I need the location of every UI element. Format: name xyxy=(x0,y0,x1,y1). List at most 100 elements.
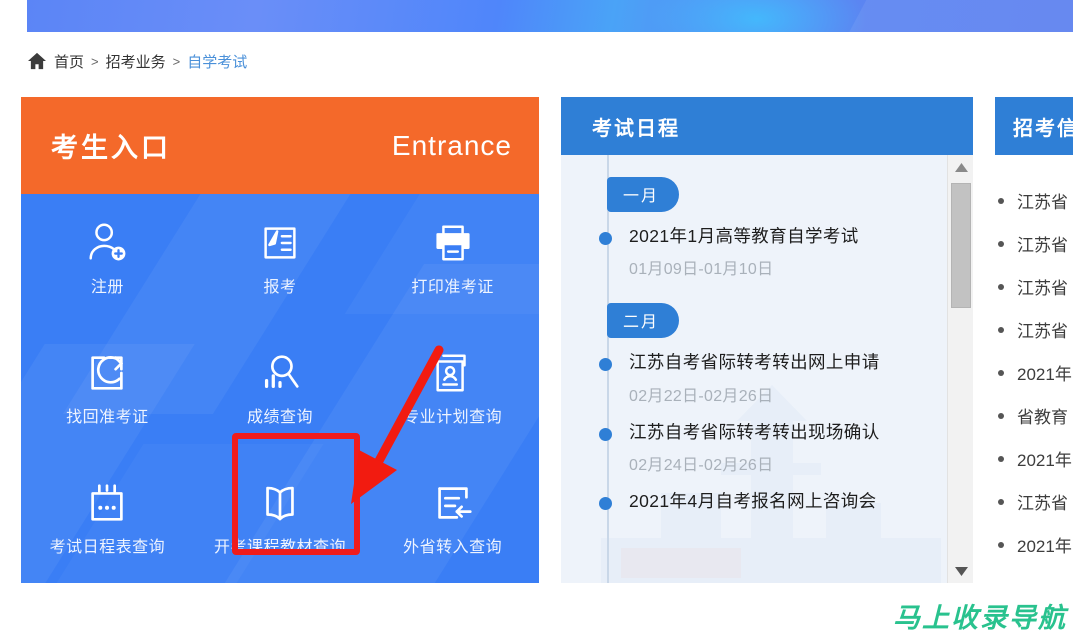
timeline-event-date: 02月24日-02月26日 xyxy=(629,457,774,475)
schedule-panel: 考试日程 一月 2021年1月高等教育自学考试 01月09日-01月10日 二月… xyxy=(561,97,973,583)
entrance-item-register[interactable]: 注册 xyxy=(21,194,194,324)
breadcrumb-item-business[interactable]: 招考业务 xyxy=(106,51,166,72)
entrance-grid: 注册 报考 打印准考证 找回准考证 成绩查询 专业计划查询 考试日程表查询 开考… xyxy=(21,194,539,583)
site-banner-strip xyxy=(27,0,1073,32)
entrance-item-schedule-query[interactable]: 考试日程表查询 xyxy=(21,453,194,583)
entrance-item-label: 报考 xyxy=(263,279,297,297)
bullet-icon xyxy=(998,240,1004,247)
list-item[interactable]: 2021年 xyxy=(995,351,1073,394)
scroll-up-button[interactable] xyxy=(948,155,973,179)
transfer-in-icon xyxy=(430,480,476,526)
entrance-item-retrieve-card[interactable]: 找回准考证 xyxy=(21,324,194,454)
entrance-card: 考生入口 Entrance 注册 报考 打印准考证 找回准考证 成绩查询 专业计… xyxy=(21,97,539,583)
bullet-icon xyxy=(998,283,1004,290)
list-item[interactable]: 江苏省 xyxy=(995,480,1073,523)
list-item[interactable]: 省教育 xyxy=(995,394,1073,437)
retrieve-card-icon xyxy=(84,350,130,396)
banner-shape xyxy=(829,0,1073,32)
list-item[interactable]: 2021年 xyxy=(995,523,1073,566)
chevron-up-icon xyxy=(954,162,968,172)
entrance-item-label: 注册 xyxy=(90,279,124,297)
list-item[interactable]: 江苏省 xyxy=(995,308,1073,351)
bullet-icon xyxy=(998,326,1004,333)
news-item-text: 2021年 xyxy=(1017,537,1072,556)
news-item-text: 江苏省 xyxy=(1017,322,1068,341)
entrance-header: 考生入口 Entrance xyxy=(21,97,539,194)
schedule-timeline: 一月 2021年1月高等教育自学考试 01月09日-01月10日 二月 江苏自考… xyxy=(561,155,947,583)
entrance-title-cn: 考生入口 xyxy=(51,133,171,163)
news-item-text: 江苏省 xyxy=(1017,279,1068,298)
news-item-text: 省教育 xyxy=(1017,408,1068,427)
timeline-spacer xyxy=(599,293,947,303)
timeline-dot-icon xyxy=(599,358,612,372)
list-item[interactable]: 江苏省 xyxy=(995,265,1073,308)
breadcrumb-item-current[interactable]: 自学考试 xyxy=(187,51,247,72)
news-item-text: 2021年 xyxy=(1017,451,1072,470)
entrance-item-apply[interactable]: 报考 xyxy=(194,194,367,324)
list-item[interactable]: 江苏省 xyxy=(995,179,1073,222)
home-icon xyxy=(27,52,47,70)
breadcrumb-separator: > xyxy=(172,53,181,69)
entrance-item-label: 外省转入查询 xyxy=(403,538,503,556)
news-item-text: 2021年 xyxy=(1017,365,1072,384)
timeline-dot-icon xyxy=(599,427,612,441)
entrance-item-label: 打印准考证 xyxy=(411,279,494,297)
timeline-dot-icon xyxy=(599,232,612,245)
entrance-item-score-query[interactable]: 成绩查询 xyxy=(194,324,367,454)
entrance-item-label: 开考课程教材查询 xyxy=(213,538,346,556)
timeline-dot-icon xyxy=(599,497,612,511)
list-item[interactable]: 2021年 xyxy=(995,437,1073,480)
entrance-item-textbook-query[interactable]: 开考课程教材查询 xyxy=(194,453,367,583)
printer-icon xyxy=(430,220,476,266)
timeline-event-title: 2021年1月高等教育自学考试 xyxy=(629,226,859,246)
list-item[interactable]: 江苏省 xyxy=(995,222,1073,265)
entrance-item-major-plan[interactable]: 专业计划查询 xyxy=(366,324,539,454)
news-item-text: 江苏省 xyxy=(1017,236,1068,255)
page-root: 首页 > 招考业务 > 自学考试 考生入口 Entrance 注册 报考 打印准… xyxy=(0,0,1073,641)
schedule-header: 考试日程 xyxy=(561,97,973,155)
news-item-text: 江苏省 xyxy=(1017,193,1068,212)
news-item-text: 江苏省 xyxy=(1017,494,1068,513)
entrance-body: 注册 报考 打印准考证 找回准考证 成绩查询 专业计划查询 考试日程表查询 开考… xyxy=(21,194,539,583)
entrance-title-en: Entrance xyxy=(391,129,512,161)
timeline-month-badge: 一月 xyxy=(607,177,680,212)
news-list: 江苏省 江苏省 江苏省 江苏省 2021年 省教育 2021年 江苏省 2021… xyxy=(995,155,1073,566)
page-watermark: 马上收录导航 xyxy=(893,603,1067,634)
breadcrumb-item-home[interactable]: 首页 xyxy=(54,51,84,72)
user-add-icon xyxy=(84,220,130,266)
bullet-icon xyxy=(998,412,1004,419)
bullet-icon xyxy=(998,369,1004,376)
bullet-icon xyxy=(998,455,1004,462)
news-panel: 招考信 江苏省 江苏省 江苏省 江苏省 2021年 省教育 2021年 江苏省 … xyxy=(995,97,1073,583)
bullet-icon xyxy=(998,197,1004,204)
banner-glow xyxy=(647,0,867,32)
entrance-item-print-admission[interactable]: 打印准考证 xyxy=(366,194,539,324)
entrance-item-label: 找回准考证 xyxy=(66,408,149,426)
form-pen-icon xyxy=(257,220,303,266)
timeline-event[interactable]: 2021年1月高等教育自学考试 01月09日-01月10日 xyxy=(599,224,947,279)
book-icon xyxy=(257,480,303,526)
breadcrumb-separator: > xyxy=(91,53,99,69)
scroll-down-button[interactable] xyxy=(948,559,973,583)
bullet-icon xyxy=(998,498,1004,505)
entrance-item-label: 专业计划查询 xyxy=(403,408,503,426)
entrance-item-label: 成绩查询 xyxy=(246,408,313,426)
timeline-month-badge: 二月 xyxy=(607,303,680,339)
timeline-event[interactable]: 江苏自考省际转考转出网上申请 02月22日-02月26日 xyxy=(599,350,947,405)
entrance-item-transfer-in-query[interactable]: 外省转入查询 xyxy=(366,453,539,583)
id-card-icon xyxy=(430,350,476,396)
timeline-event[interactable]: 2021年4月自考报名网上咨询会 xyxy=(599,489,947,514)
schedule-scrollbar[interactable] xyxy=(947,155,973,583)
breadcrumb: 首页 > 招考业务 > 自学考试 xyxy=(27,48,247,74)
timeline-event-title: 2021年4月自考报名网上咨询会 xyxy=(629,491,877,512)
scrollbar-thumb[interactable] xyxy=(951,183,971,308)
schedule-body: 一月 2021年1月高等教育自学考试 01月09日-01月10日 二月 江苏自考… xyxy=(561,155,973,583)
timeline-event[interactable]: 江苏自考省际转考转出现场确认 02月24日-02月26日 xyxy=(599,420,947,475)
timeline-event-date: 02月22日-02月26日 xyxy=(629,387,774,405)
score-search-icon xyxy=(257,350,303,396)
news-header: 招考信 xyxy=(995,97,1073,155)
timeline-event-date: 01月09日-01月10日 xyxy=(629,261,774,279)
timeline-event-title: 江苏自考省际转考转出网上申请 xyxy=(629,352,880,373)
schedule-title: 考试日程 xyxy=(592,117,680,140)
bullet-icon xyxy=(998,541,1004,548)
